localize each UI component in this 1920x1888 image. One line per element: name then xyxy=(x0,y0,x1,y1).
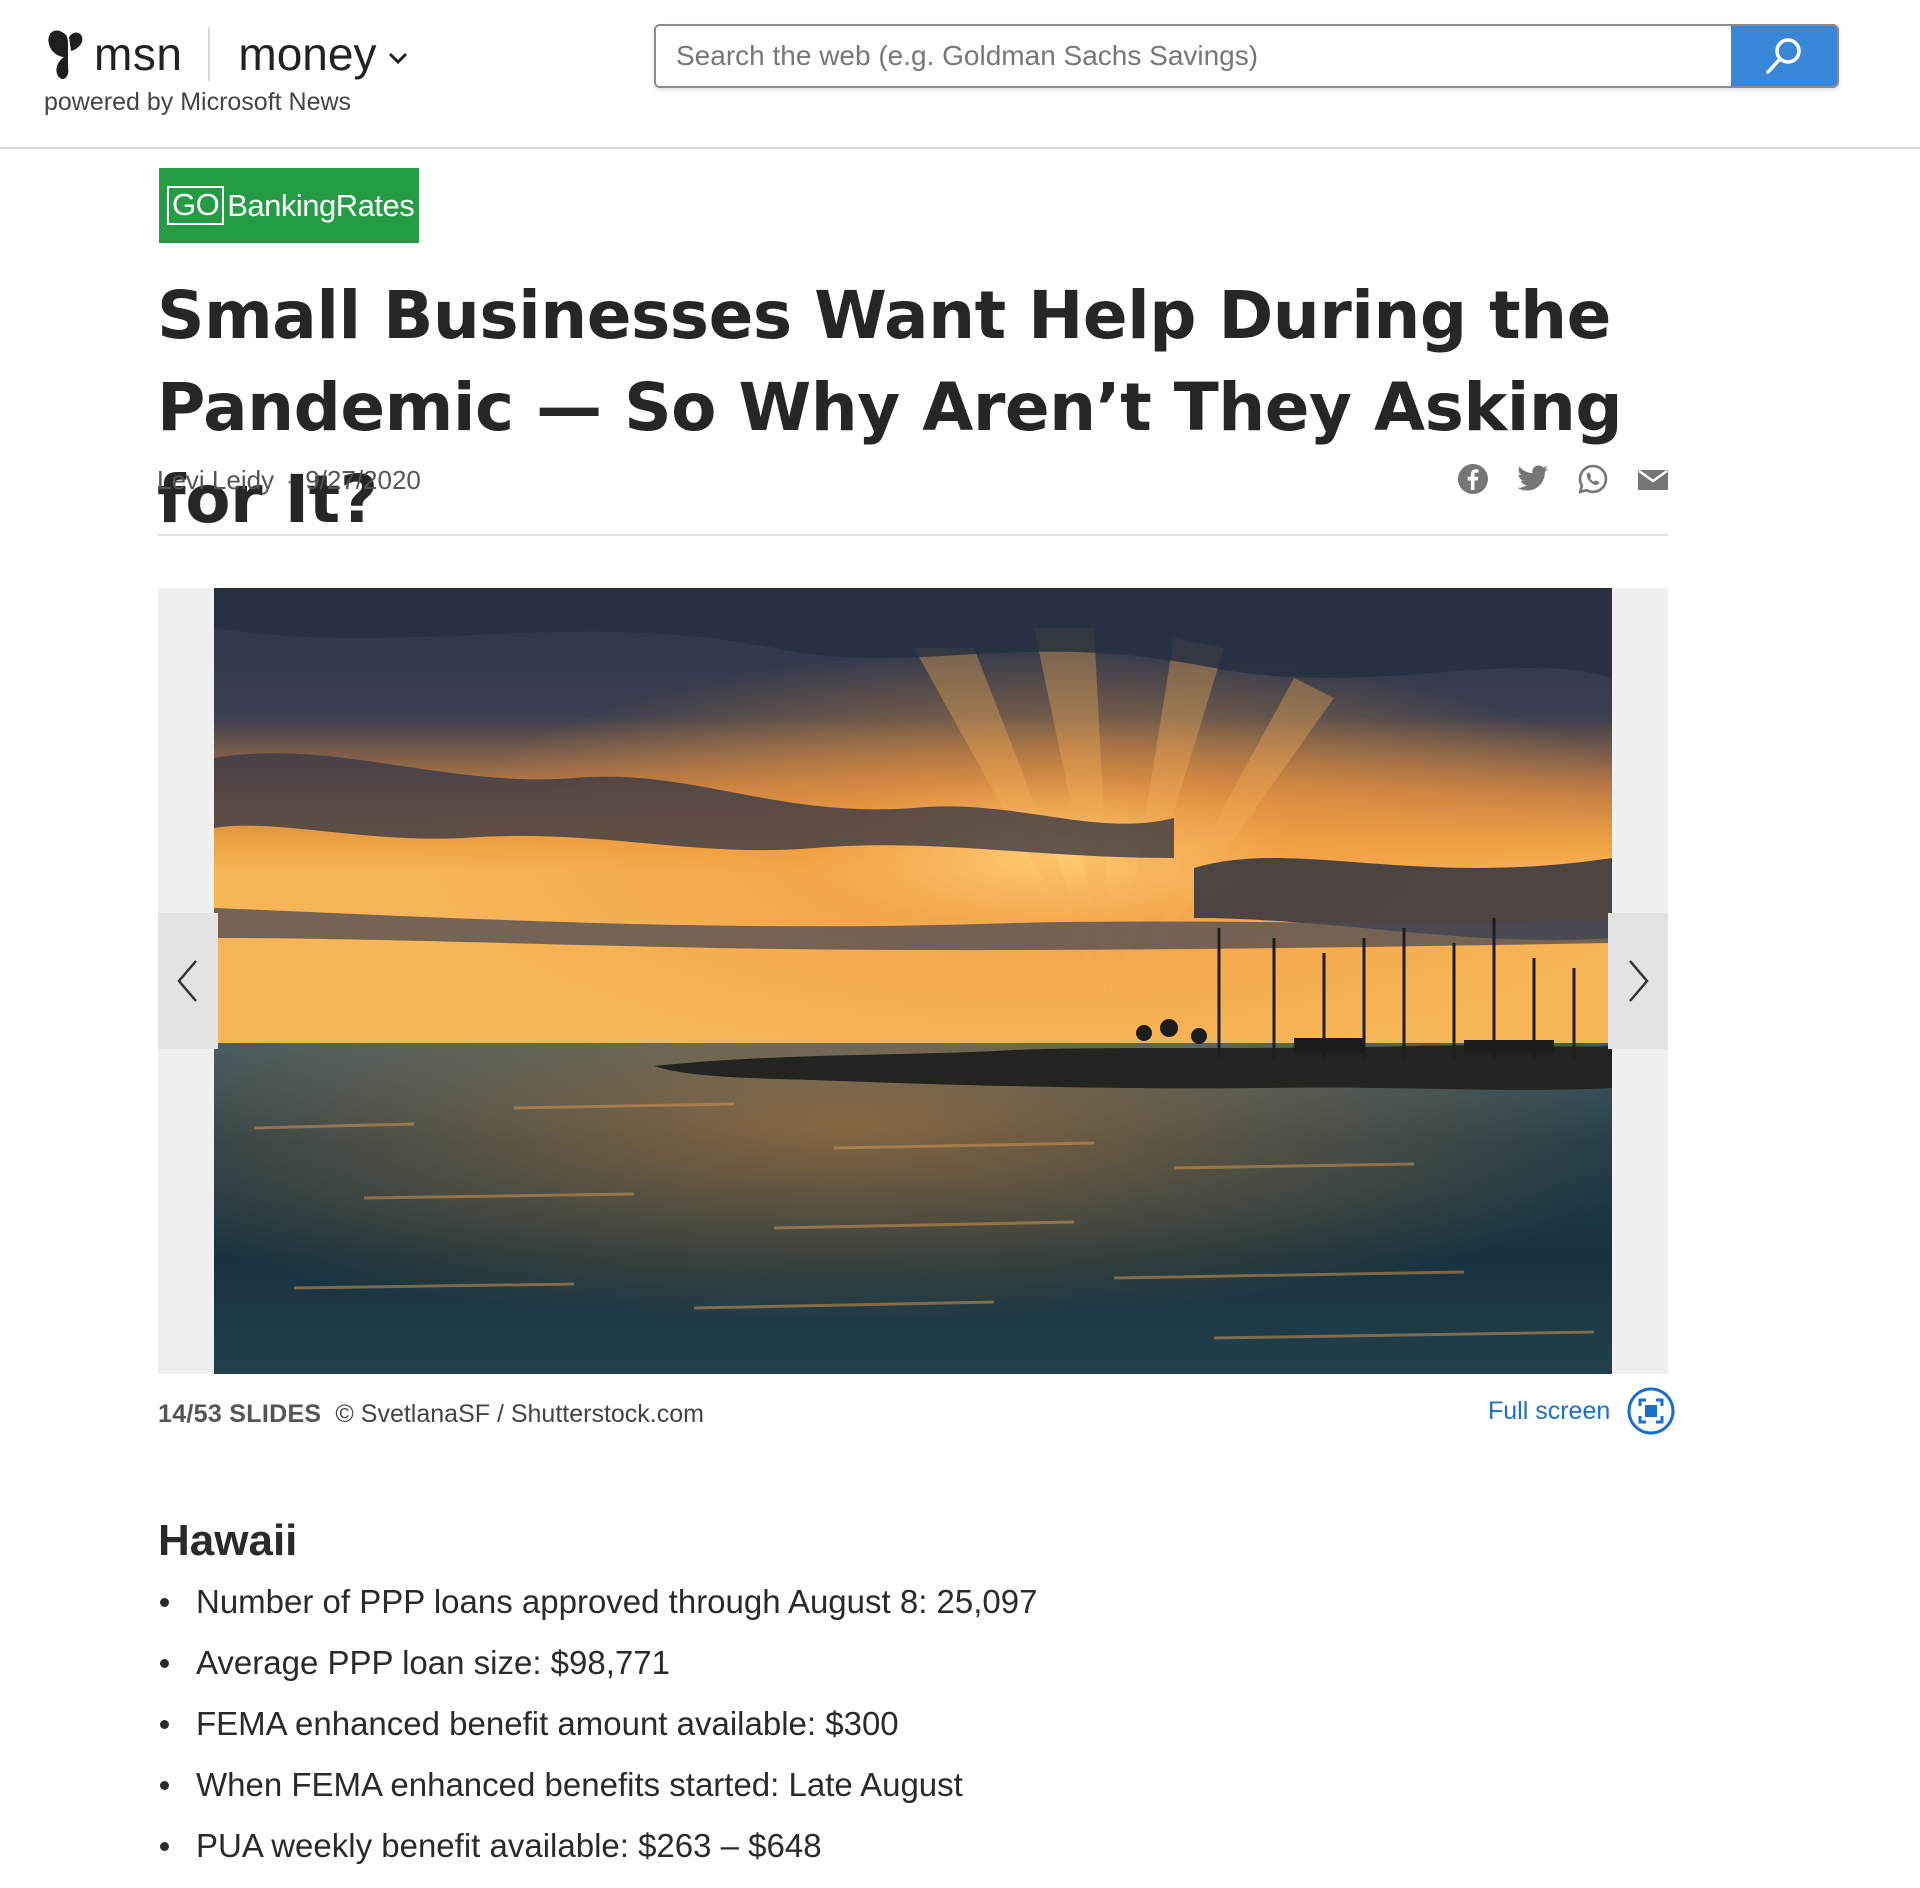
chevron-right-icon xyxy=(1629,960,1649,1002)
msn-brand-text: msn xyxy=(94,28,183,80)
fullscreen-button[interactable]: Full screen xyxy=(1488,1386,1676,1436)
facebook-icon[interactable] xyxy=(1456,462,1490,496)
msn-money-logo[interactable]: msn money xyxy=(44,24,408,84)
header-divider xyxy=(157,534,1668,536)
search-input[interactable] xyxy=(656,26,1731,86)
byline-separator: · xyxy=(285,465,294,495)
section-heading: Hawaii xyxy=(158,1516,298,1565)
author-name[interactable]: Levi Leidy xyxy=(157,465,274,495)
section-name: money xyxy=(238,28,377,80)
list-item: When FEMA enhanced benefits started: Lat… xyxy=(158,1761,1037,1822)
chevron-left-icon xyxy=(177,960,197,1002)
list-item: Average PPP loan size: $98,771 xyxy=(158,1639,1037,1700)
search-icon xyxy=(1766,38,1801,74)
brand-divider xyxy=(208,27,211,81)
chevron-down-icon[interactable] xyxy=(388,51,408,65)
search-button[interactable] xyxy=(1731,26,1837,86)
list-item: PUA weekly benefit available: $263 – $64… xyxy=(158,1822,1037,1883)
search-bar xyxy=(654,24,1839,88)
list-item: FEMA enhanced benefit amount available: … xyxy=(158,1700,1037,1761)
share-bar xyxy=(1456,462,1670,496)
source-logo-go: GO xyxy=(167,186,225,225)
previous-slide-button[interactable] xyxy=(158,913,218,1049)
fullscreen-icon xyxy=(1627,1387,1675,1435)
facts-list: Number of PPP loans approved through Aug… xyxy=(158,1578,1037,1883)
twitter-icon[interactable] xyxy=(1516,462,1550,496)
source-logo[interactable]: GO BankingRates xyxy=(159,168,419,243)
byline: Levi Leidy · 9/27/2020 xyxy=(157,465,421,496)
next-slide-button[interactable] xyxy=(1608,913,1668,1049)
fullscreen-label: Full screen xyxy=(1488,1396,1611,1425)
whatsapp-icon[interactable] xyxy=(1576,462,1610,496)
butterfly-icon xyxy=(48,30,83,80)
article-title: Small Businesses Want Help During the Pa… xyxy=(157,277,1623,538)
mail-icon[interactable] xyxy=(1636,462,1670,496)
powered-by-text: powered by Microsoft News xyxy=(44,88,352,116)
source-logo-name: BankingRates xyxy=(227,187,415,223)
site-header: msn money powered by Microsoft News xyxy=(0,0,1920,149)
slide-counter: 14/53 SLIDES xyxy=(158,1400,322,1428)
list-item: Number of PPP loans approved through Aug… xyxy=(158,1578,1037,1639)
slide-meta: 14/53 SLIDES © SvetlanaSF / Shutterstock… xyxy=(158,1400,704,1429)
publish-date: 9/27/2020 xyxy=(305,465,421,495)
photo-credit: © SvetlanaSF / Shutterstock.com xyxy=(335,1400,704,1428)
slideshow xyxy=(158,588,1668,1374)
slide-image[interactable] xyxy=(214,588,1612,1374)
